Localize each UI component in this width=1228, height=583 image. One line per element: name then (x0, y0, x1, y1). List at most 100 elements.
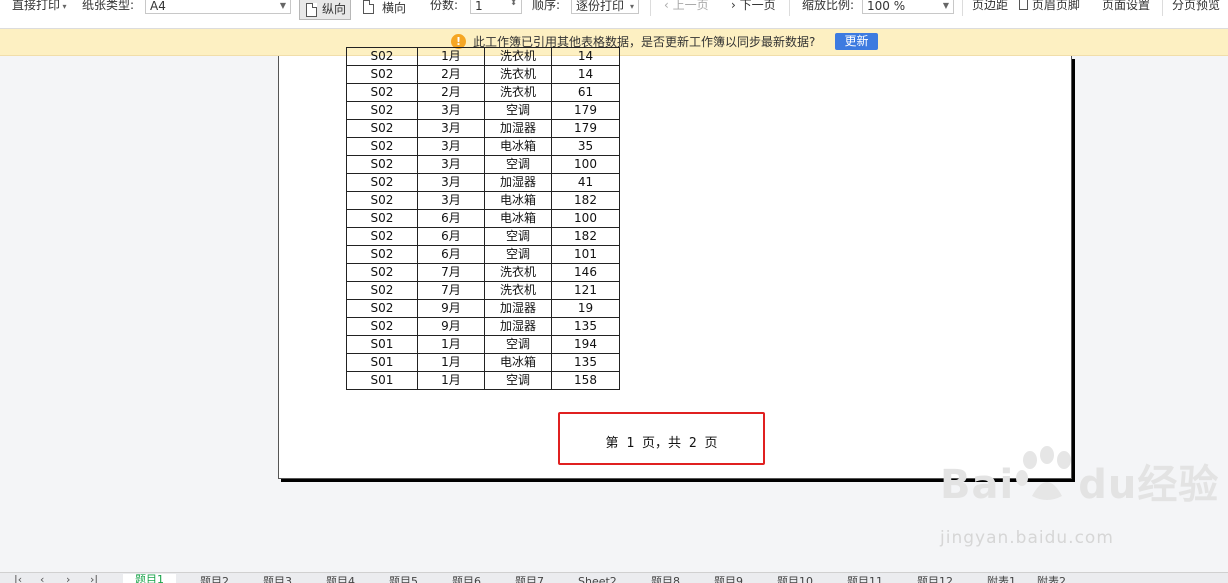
order-value: 逐份打印 (576, 0, 625, 13)
cell-product: 空调 (484, 245, 552, 264)
direct-print-button[interactable]: 直接打印 ▾ (12, 0, 67, 18)
cell-value: 61 (551, 83, 620, 102)
cell-month: 6月 (417, 227, 485, 246)
header-footer-icon (1019, 0, 1028, 10)
cell-month: 9月 (417, 317, 485, 336)
data-table-body: S02 1月 洗衣机 14 S02 2月 洗衣机 14 S02 2月 洗衣机 61 S02 3月 空调 179… (346, 47, 620, 390)
cell-month: 1月 (417, 353, 485, 372)
cell-product: 电冰箱 (484, 353, 552, 372)
cell-code: S02 (346, 317, 418, 336)
cell-month: 1月 (417, 335, 485, 354)
cell-code: S02 (346, 47, 418, 66)
portrait-page-icon (306, 3, 317, 17)
cell-month: 6月 (417, 209, 485, 228)
page-number-footer: 第 1 页，共 2 页 (605, 436, 718, 451)
cell-code: S02 (346, 245, 418, 264)
cell-code: S02 (346, 191, 418, 210)
table-row: S02 7月 洗衣机 146 (346, 263, 620, 282)
cell-product: 电冰箱 (484, 191, 552, 210)
cell-product: 空调 (484, 101, 552, 120)
next-page-button[interactable]: › 下一页 (731, 0, 776, 18)
stepper-arrows-icon[interactable]: ⬍ (510, 0, 517, 10)
cell-product: 空调 (484, 335, 552, 354)
page-break-preview-button[interactable]: 分页预览 (1172, 0, 1220, 18)
prev-page-button[interactable]: ‹ 上一页 (664, 0, 709, 18)
table-row: S02 9月 加湿器 19 (346, 299, 620, 318)
toolbar-divider (1162, 0, 1163, 16)
table-row: S02 9月 加湿器 135 (346, 317, 620, 336)
cell-product: 加湿器 (484, 317, 552, 336)
page-setup-button[interactable]: 页面设置 (1102, 0, 1150, 18)
copies-value: 1 (475, 0, 483, 13)
cell-value: 41 (551, 173, 620, 192)
page-footer-highlight: 第 1 页，共 2 页 (558, 412, 765, 465)
cell-value: 19 (551, 299, 620, 318)
cell-month: 3月 (417, 101, 485, 120)
table-row: S01 1月 空调 194 (346, 335, 620, 354)
portrait-label: 纵向 (322, 2, 347, 16)
cell-product: 洗衣机 (484, 83, 552, 102)
toolbar-divider (962, 0, 963, 16)
cell-value: 100 (551, 155, 620, 174)
cell-value: 179 (551, 101, 620, 120)
cell-month: 7月 (417, 263, 485, 282)
cell-month: 1月 (417, 371, 485, 390)
cell-product: 洗衣机 (484, 65, 552, 84)
cell-code: S02 (346, 65, 418, 84)
cell-month: 3月 (417, 173, 485, 192)
table-row: S02 6月 空调 182 (346, 227, 620, 246)
zoom-select[interactable]: 100 % ▼ (862, 0, 954, 14)
landscape-button[interactable]: 横向 (360, 0, 416, 20)
cell-value: 146 (551, 263, 620, 282)
cell-product: 洗衣机 (484, 263, 552, 282)
table-row: S01 1月 电冰箱 135 (346, 353, 620, 372)
sheet-tab-bar: |‹ ‹ › ›| 题目1 题目2 题目3 题目4 题目5 题目6 题目7 Sheet2 题目8… (0, 572, 1228, 583)
cell-product: 空调 (484, 155, 552, 174)
cell-value: 182 (551, 191, 620, 210)
copies-label: 份数: (430, 0, 459, 12)
portrait-button[interactable]: 纵向 (299, 0, 351, 20)
toolbar-divider (650, 0, 651, 16)
cell-code: S02 (346, 119, 418, 138)
update-button[interactable]: 更新 (835, 33, 878, 50)
cell-code: S02 (346, 173, 418, 192)
table-row: S02 2月 洗衣机 14 (346, 65, 620, 84)
table-row: S02 3月 加湿器 41 (346, 173, 620, 192)
data-table: S02 1月 洗衣机 14 S02 2月 洗衣机 14 S02 2月 洗衣机 61 S02 3月 空调 179… (346, 47, 620, 390)
cell-product: 加湿器 (484, 119, 552, 138)
cell-value: 135 (551, 317, 620, 336)
margins-button[interactable]: 页边距 (972, 0, 1008, 18)
cell-value: 14 (551, 65, 620, 84)
cell-product: 电冰箱 (484, 137, 552, 156)
print-preview-toolbar: 直接打印 ▾ 纸张类型: A4 ▼ 纵向 横向 份数: 1 ⬍ 顺序: 逐份打印… (0, 0, 1228, 29)
table-row: S02 6月 电冰箱 100 (346, 209, 620, 228)
cell-value: 182 (551, 227, 620, 246)
cell-code: S02 (346, 209, 418, 228)
table-row: S01 1月 空调 158 (346, 371, 620, 390)
cell-code: S02 (346, 155, 418, 174)
landscape-page-icon (363, 0, 374, 14)
table-row: S02 3月 空调 179 (346, 101, 620, 120)
watermark-url: jingyan.baidu.com (940, 528, 1114, 548)
copies-stepper[interactable]: 1 ⬍ (470, 0, 522, 14)
cell-month: 7月 (417, 281, 485, 300)
paper-type-label: 纸张类型: (82, 0, 135, 12)
zoom-value: 100 % (867, 0, 906, 13)
table-row: S02 3月 加湿器 179 (346, 119, 620, 138)
print-preview-page: S02 1月 洗衣机 14 S02 2月 洗衣机 14 S02 2月 洗衣机 61 S02 3月 空调 179… (278, 47, 1072, 479)
cell-value: 35 (551, 137, 620, 156)
cell-value: 121 (551, 281, 620, 300)
header-footer-button[interactable]: 页眉页脚 (1019, 0, 1080, 18)
cell-code: S02 (346, 263, 418, 282)
cell-value: 101 (551, 245, 620, 264)
order-select[interactable]: 逐份打印 ▾ (571, 0, 639, 14)
paper-type-select[interactable]: A4 ▼ (145, 0, 291, 14)
cell-value: 14 (551, 47, 620, 66)
cell-product: 空调 (484, 227, 552, 246)
chevron-right-icon: › (731, 0, 736, 12)
cell-month: 3月 (417, 191, 485, 210)
cell-product: 空调 (484, 371, 552, 390)
cell-product: 洗衣机 (484, 281, 552, 300)
caret-down-icon: ▾ (629, 2, 634, 11)
cell-month: 3月 (417, 155, 485, 174)
